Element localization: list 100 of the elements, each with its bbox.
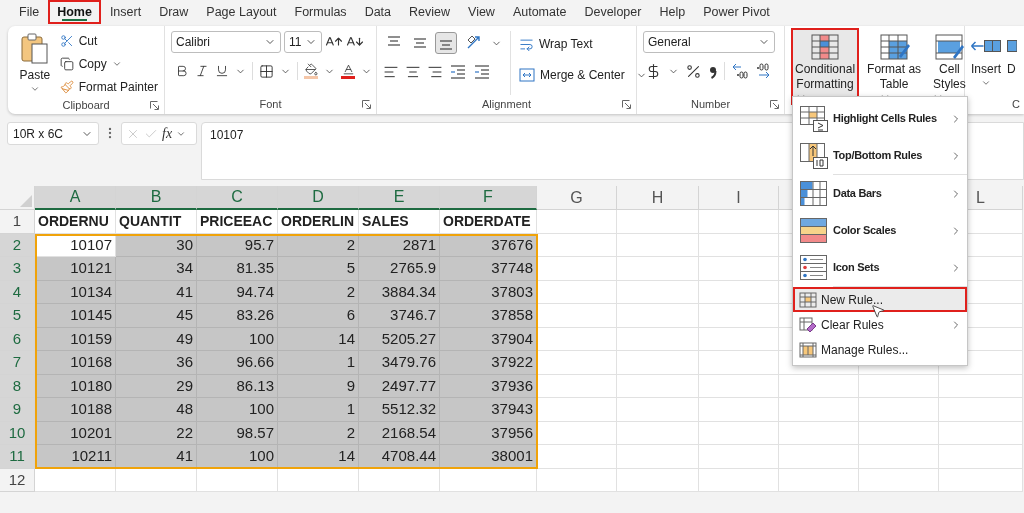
mouse-cursor-icon bbox=[870, 303, 886, 319]
ribbon-tab[interactable]: Developer bbox=[575, 0, 651, 24]
cut-button[interactable]: Cut bbox=[59, 31, 158, 51]
table-cell: 37858 bbox=[440, 304, 537, 328]
ribbon-tab[interactable]: File bbox=[10, 0, 49, 24]
new-rule-icon bbox=[799, 291, 817, 308]
ribbon-tab[interactable]: Formulas bbox=[285, 0, 356, 24]
table-cell: 48 bbox=[116, 398, 197, 422]
color-scales-icon bbox=[799, 216, 829, 245]
table-cell: 100 bbox=[197, 445, 278, 469]
column-header[interactable]: G bbox=[537, 186, 617, 210]
menu-item[interactable]: Manage Rules... bbox=[793, 337, 967, 362]
corner-triangle-icon bbox=[20, 195, 32, 207]
name-box[interactable]: 10R x 6C bbox=[7, 122, 99, 145]
table-cell: PRICEEAC bbox=[197, 210, 278, 234]
font-color-icon[interactable] bbox=[341, 63, 355, 79]
table-cell: 41 bbox=[116, 445, 197, 469]
borders-icon[interactable] bbox=[259, 63, 274, 79]
wrap-text-icon[interactable] bbox=[519, 36, 534, 52]
ribbon-tab[interactable]: Home bbox=[48, 0, 101, 24]
table-cell: 37922 bbox=[440, 351, 537, 375]
column-header[interactable]: C bbox=[197, 186, 278, 210]
row-header: 10 bbox=[0, 421, 35, 445]
chevron-down-icon bbox=[29, 84, 40, 94]
align-center-icon[interactable] bbox=[405, 64, 421, 80]
dialog-launcher-icon[interactable] bbox=[150, 101, 159, 110]
bold-icon[interactable] bbox=[175, 64, 189, 78]
copy-button[interactable]: Copy bbox=[59, 54, 158, 74]
table-cell: 5205.27 bbox=[359, 327, 440, 351]
column-header[interactable]: E bbox=[359, 186, 440, 210]
table-cell: 98.57 bbox=[197, 421, 278, 445]
delete-button[interactable]: D bbox=[1007, 32, 1017, 95]
row-header: 2 bbox=[0, 233, 35, 257]
number-format-dropdown[interactable]: General bbox=[643, 31, 775, 53]
table-cell: 49 bbox=[116, 327, 197, 351]
eraser-icon bbox=[799, 316, 817, 333]
table-cell: 2 bbox=[278, 421, 359, 445]
top-bottom-icon bbox=[799, 141, 829, 170]
ribbon-tab[interactable]: Data bbox=[355, 0, 401, 24]
clipboard-icon bbox=[19, 33, 50, 65]
menu-item[interactable]: Top/Bottom Rules bbox=[793, 137, 967, 174]
row-header: 9 bbox=[0, 398, 35, 422]
column-header[interactable]: F bbox=[440, 186, 537, 210]
table-cell: 10188 bbox=[35, 398, 116, 422]
table-cell: 1 bbox=[278, 398, 359, 422]
chevron-down-icon bbox=[981, 78, 991, 88]
scissors-icon[interactable] bbox=[59, 34, 74, 48]
dialog-launcher-icon[interactable] bbox=[770, 100, 779, 109]
table-cell: QUANTIT bbox=[116, 210, 197, 234]
cell-styles-icon bbox=[933, 32, 966, 62]
format-table-icon bbox=[878, 32, 911, 62]
underline-icon[interactable] bbox=[215, 64, 229, 78]
column-header[interactable]: D bbox=[278, 186, 359, 210]
dialog-launcher-icon[interactable] bbox=[362, 100, 371, 109]
ribbon-tab[interactable]: Help bbox=[650, 0, 695, 24]
ribbon-tab[interactable]: Review bbox=[400, 0, 460, 24]
increase-indent-icon[interactable] bbox=[473, 64, 491, 80]
table-cell: 6 bbox=[278, 304, 359, 328]
percent-icon[interactable] bbox=[685, 62, 702, 80]
ribbon-tab[interactable]: Draw bbox=[150, 0, 198, 24]
table-cell: ORDERLIN bbox=[278, 210, 359, 234]
table-cell: 14 bbox=[278, 327, 359, 351]
copy-icon[interactable] bbox=[59, 57, 74, 71]
table-cell: 10168 bbox=[35, 351, 116, 375]
font-name-dropdown[interactable]: Calibri bbox=[171, 31, 281, 53]
align-left-icon[interactable] bbox=[383, 64, 399, 80]
fill-color-icon[interactable] bbox=[304, 63, 318, 79]
ribbon-tab[interactable]: Automate bbox=[503, 0, 576, 24]
table-cell: 14 bbox=[278, 445, 359, 469]
format-painter-button[interactable]: Format Painter bbox=[59, 77, 158, 97]
column-header[interactable]: B bbox=[116, 186, 197, 210]
decrease-indent-icon[interactable] bbox=[449, 64, 467, 80]
menu-item[interactable]: Color Scales bbox=[793, 212, 967, 249]
column-header[interactable]: A bbox=[35, 186, 116, 210]
font-size-dropdown[interactable]: 11 bbox=[284, 31, 322, 53]
dialog-launcher-icon[interactable] bbox=[622, 100, 631, 109]
ribbon-tab[interactable]: Page Layout bbox=[197, 0, 286, 24]
paste-button[interactable]: Paste bbox=[14, 31, 56, 97]
menu-item[interactable]: Clear Rules bbox=[793, 312, 967, 337]
italic-icon[interactable] bbox=[195, 64, 209, 78]
table-cell: 81.35 bbox=[197, 257, 278, 281]
insert-function-button[interactable]: fx bbox=[162, 123, 173, 144]
menu-item[interactable]: New Rule... bbox=[793, 287, 967, 312]
table-cell: 4708.44 bbox=[359, 445, 440, 469]
align-right-icon[interactable] bbox=[427, 64, 443, 80]
ribbon-tab[interactable]: View bbox=[459, 0, 504, 24]
column-header[interactable]: I bbox=[699, 186, 779, 210]
ribbon-tab[interactable]: Power Pivot bbox=[694, 0, 779, 24]
table-cell: 3746.7 bbox=[359, 304, 440, 328]
table-cell: 37943 bbox=[440, 398, 537, 422]
table-cell: SALES bbox=[359, 210, 440, 234]
row-header: 7 bbox=[0, 351, 35, 375]
column-header[interactable]: H bbox=[617, 186, 699, 210]
ribbon-tab[interactable]: Insert bbox=[100, 0, 151, 24]
increase-decimal-icon[interactable] bbox=[731, 62, 749, 80]
table-cell: 100 bbox=[197, 398, 278, 422]
menu-item[interactable]: Icon Sets bbox=[793, 249, 967, 286]
merge-center-button[interactable]: Merge & Center bbox=[519, 65, 647, 85]
table-cell: 2168.54 bbox=[359, 421, 440, 445]
insert-button[interactable]: Insert bbox=[971, 32, 1001, 95]
